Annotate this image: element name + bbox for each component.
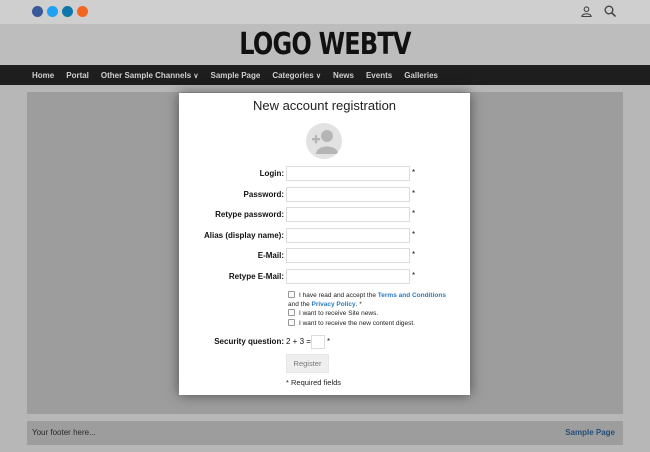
retype-email-input[interactable] xyxy=(286,269,410,284)
top-bar xyxy=(0,0,650,24)
required-marker: * xyxy=(412,230,416,239)
terms-text: . * xyxy=(355,301,362,308)
required-fields-note: * Required fields xyxy=(286,378,342,387)
required-marker: * xyxy=(327,337,331,346)
search-icon[interactable] xyxy=(604,5,616,17)
required-marker: * xyxy=(412,168,416,177)
digest-label: I want to receive the new content digest… xyxy=(299,320,415,327)
avatar-placeholder-icon xyxy=(306,123,342,159)
email-input[interactable] xyxy=(286,248,410,263)
privacy-policy-link[interactable]: Privacy Policy xyxy=(312,301,356,308)
user-icon[interactable] xyxy=(581,5,592,17)
required-marker: * xyxy=(412,209,416,218)
header: LOGO WEBTV xyxy=(0,24,650,65)
top-right-actions xyxy=(581,5,616,17)
alias-label: Alias (display name): xyxy=(203,231,284,240)
digest-checkbox-row: I want to receive the new content digest… xyxy=(288,319,458,328)
register-button[interactable]: Register xyxy=(286,354,329,373)
terms-link[interactable]: Terms and Conditions xyxy=(378,292,446,299)
required-marker: * xyxy=(412,271,416,280)
password-input[interactable] xyxy=(286,187,410,202)
terms-text: and the xyxy=(288,301,310,308)
login-input[interactable] xyxy=(286,166,410,181)
retype-password-label: Retype password: xyxy=(215,210,284,219)
digest-checkbox[interactable] xyxy=(288,319,295,326)
login-label: Login: xyxy=(259,169,284,178)
nav-item-other-sample-channels[interactable]: Other Sample Channels ∨ xyxy=(101,71,199,80)
nav-item-news[interactable]: News xyxy=(333,71,354,80)
main-navigation: Home Portal Other Sample Channels ∨ Samp… xyxy=(0,65,650,85)
alias-row: Alias (display name): * xyxy=(179,228,470,244)
required-marker: * xyxy=(412,250,416,259)
retype-password-input[interactable] xyxy=(286,207,410,222)
nav-item-portal[interactable]: Portal xyxy=(66,71,89,80)
terms-checkbox[interactable] xyxy=(288,291,295,298)
site-logo[interactable]: LOGO WEBTV xyxy=(65,27,585,62)
chevron-down-icon: ∨ xyxy=(193,72,199,80)
nav-label: Other Sample Channels xyxy=(100,70,192,80)
nav-item-galleries[interactable]: Galleries xyxy=(404,71,438,80)
retype-password-row: Retype password: * xyxy=(179,207,470,223)
security-question-row: Security question: 2 + 3 = * xyxy=(179,335,470,349)
security-question-text: 2 + 3 = xyxy=(286,337,311,346)
password-row: Password: * xyxy=(179,187,470,203)
linkedin-icon[interactable] xyxy=(62,6,73,17)
footer: Your footer here... Sample Page xyxy=(27,421,623,445)
facebook-icon[interactable] xyxy=(32,6,43,17)
security-question-label: Security question: xyxy=(214,337,284,346)
password-label: Password: xyxy=(243,190,284,199)
registration-modal: New account registration Login: * Passwo… xyxy=(179,93,470,395)
nav-item-home[interactable]: Home xyxy=(32,71,54,80)
nav-item-sample-page[interactable]: Sample Page xyxy=(211,71,261,80)
site-news-checkbox-row: I want to receive Site news. xyxy=(288,309,458,318)
required-marker: * xyxy=(412,189,416,198)
twitter-icon[interactable] xyxy=(47,6,58,17)
modal-title: New account registration xyxy=(252,98,397,113)
nav-label: Categories xyxy=(272,70,314,80)
security-answer-input[interactable] xyxy=(311,335,325,349)
footer-text: Your footer here... xyxy=(32,428,96,437)
retype-email-row: Retype E-Mail: * xyxy=(179,269,470,285)
chevron-down-icon: ∨ xyxy=(315,72,322,80)
social-links xyxy=(32,6,88,17)
nav-item-events[interactable]: Events xyxy=(366,71,392,80)
email-label: E-Mail: xyxy=(257,251,284,260)
site-news-checkbox[interactable] xyxy=(288,309,295,316)
alias-input[interactable] xyxy=(286,228,410,243)
retype-email-label: Retype E-Mail: xyxy=(228,272,284,281)
footer-link-sample-page[interactable]: Sample Page xyxy=(565,428,615,437)
rss-icon[interactable] xyxy=(77,6,88,17)
nav-item-categories[interactable]: Categories ∨ xyxy=(272,71,321,80)
email-row: E-Mail: * xyxy=(179,248,470,264)
terms-text: I have read and accept the xyxy=(299,292,376,299)
login-row: Login: * xyxy=(179,166,470,182)
terms-checkbox-row: I have read and accept the Terms and Con… xyxy=(288,291,458,309)
site-news-label: I want to receive Site news. xyxy=(299,310,379,317)
